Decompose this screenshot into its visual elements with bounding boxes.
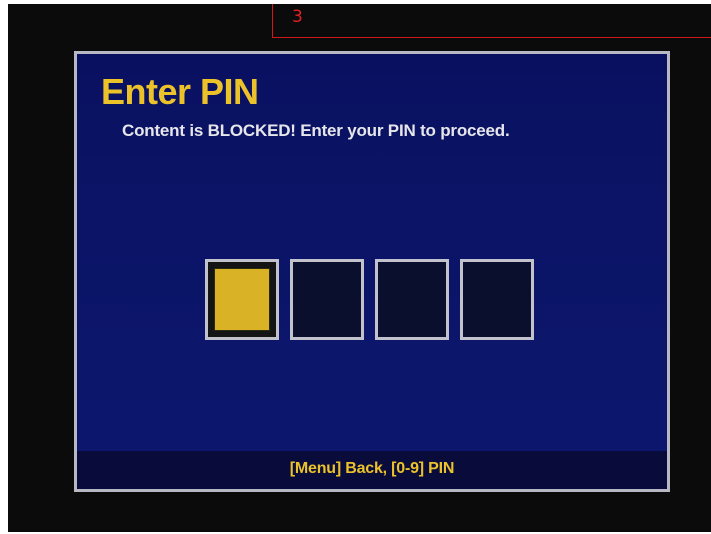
pin-digit-2[interactable] [290, 259, 364, 340]
tv-screen: 3 Enter PIN Content is BLOCKED! Enter yo… [8, 4, 711, 532]
overlay-marker-label: 3 [292, 7, 303, 27]
overlay-marker-box [272, 4, 711, 38]
dialog-title: Enter PIN [101, 71, 259, 112]
footer-bar: [Menu] Back, [0-9] PIN [77, 451, 667, 489]
blocked-message: Content is BLOCKED! Enter your PIN to pr… [122, 121, 510, 140]
pin-cursor [214, 268, 270, 331]
pin-digit-1[interactable] [205, 259, 279, 340]
pin-entry [205, 259, 534, 340]
key-hint: [Menu] Back, [0-9] PIN [289, 460, 455, 477]
pin-digit-3[interactable] [375, 259, 449, 340]
pin-digit-4[interactable] [460, 259, 534, 340]
enter-pin-dialog: Enter PIN Content is BLOCKED! Enter your… [74, 51, 670, 492]
